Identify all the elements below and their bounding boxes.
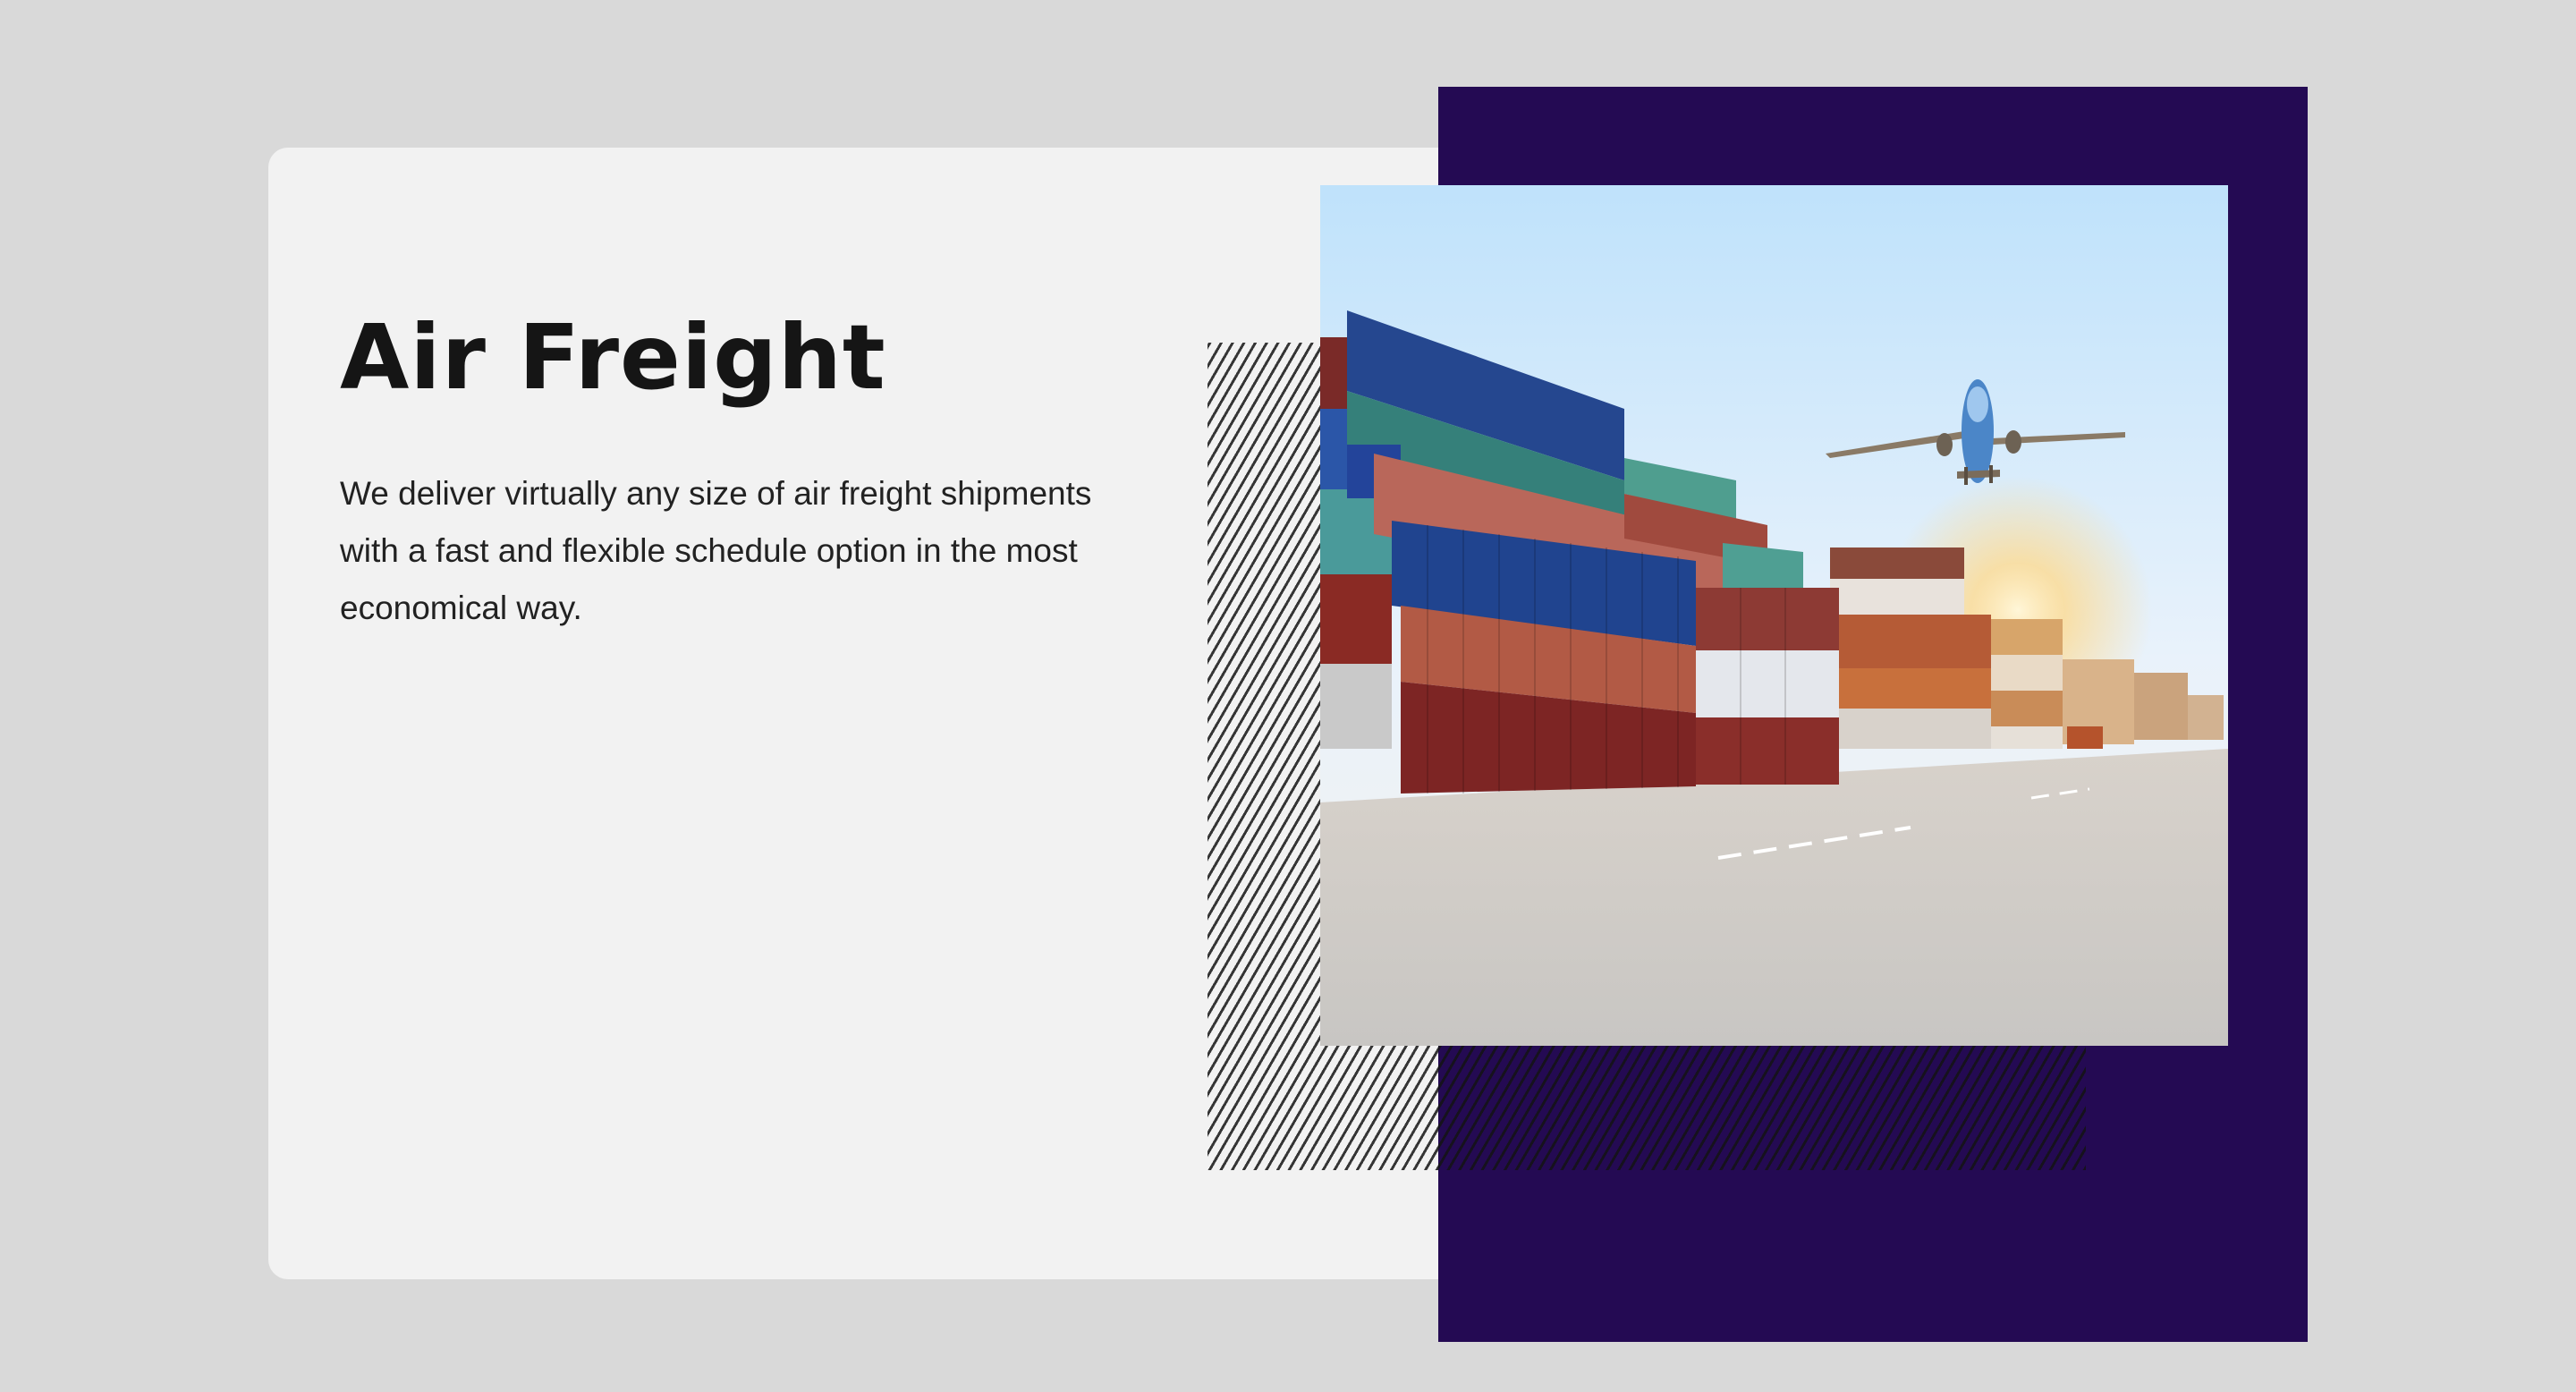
service-description: We deliver virtually any size of air fre… [340,475,1092,626]
cargo-photo [1320,185,2228,1046]
cargo-airplane-illustration [1320,185,2228,1046]
page-title: Air Freight [340,305,886,410]
